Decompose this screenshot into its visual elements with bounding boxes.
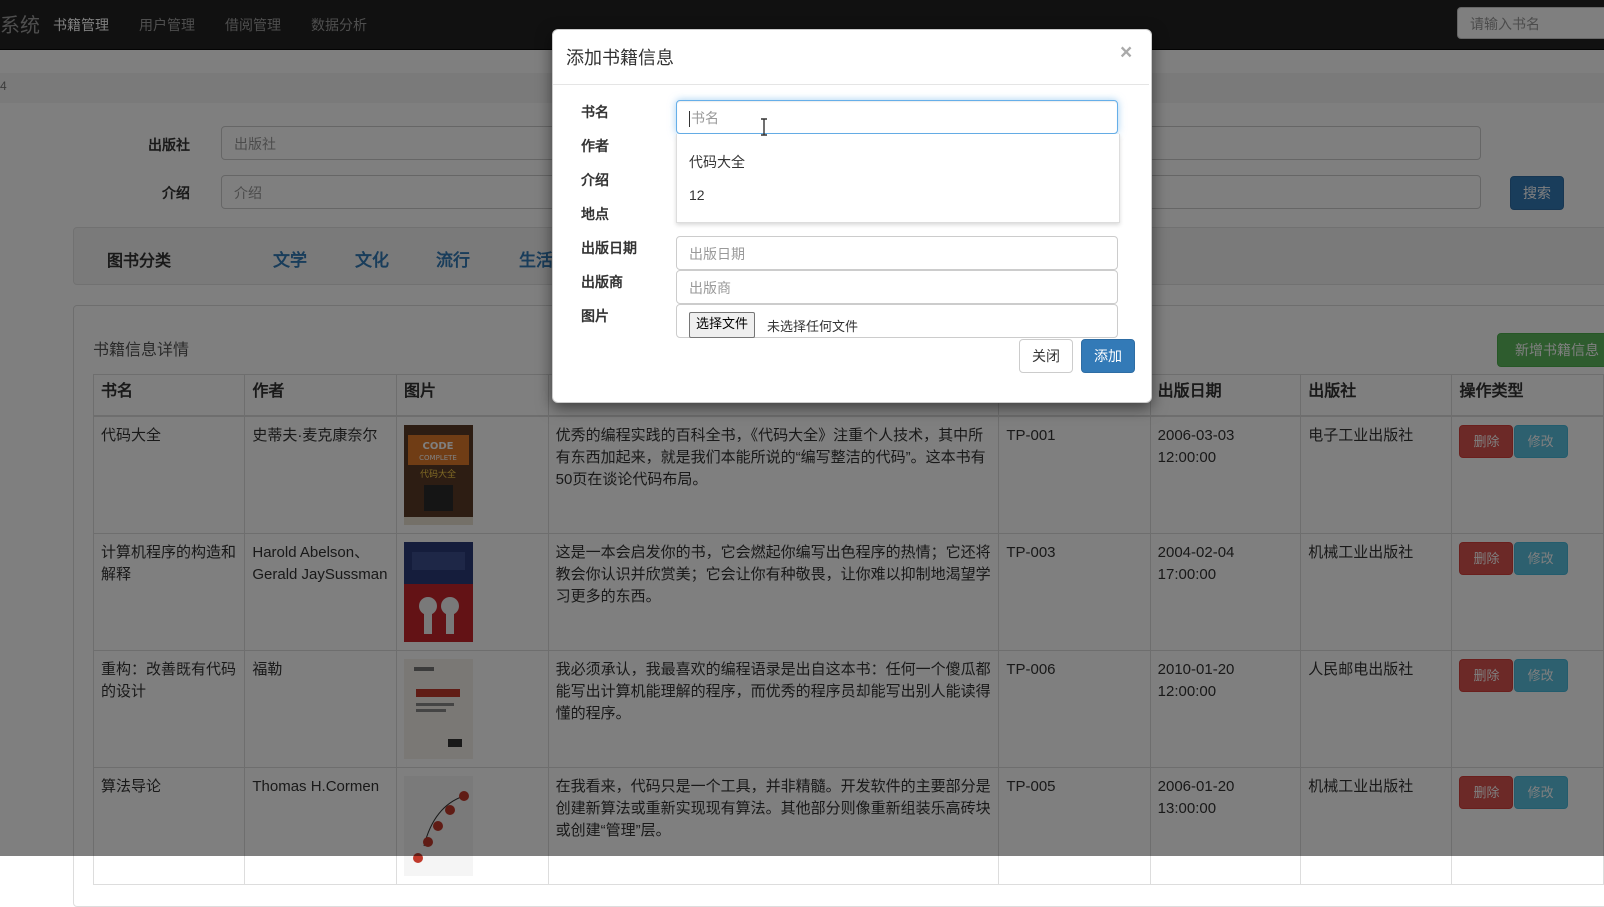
close-icon[interactable]: ×: [1120, 41, 1132, 65]
add-button[interactable]: 添加: [1081, 339, 1135, 373]
name-label: 书名: [581, 104, 609, 120]
publish-date-input[interactable]: 出版日期: [676, 236, 1118, 270]
author-label: 作者: [581, 138, 609, 154]
text-caret: [689, 111, 690, 128]
file-status-text: 未选择任何文件: [767, 319, 859, 334]
autocomplete-option[interactable]: 12: [689, 187, 705, 203]
image-label: 图片: [581, 308, 609, 324]
modal-title: 添加书籍信息: [566, 48, 674, 68]
autocomplete-dropdown: 代码大全 12: [676, 134, 1120, 223]
modal-header-divider: [553, 84, 1149, 85]
choose-file-button[interactable]: 选择文件: [689, 312, 756, 338]
name-input-placeholder: 书名: [691, 110, 719, 126]
close-button[interactable]: 关闭: [1019, 339, 1073, 373]
publisher-label: 出版商: [581, 274, 623, 290]
autocomplete-option[interactable]: 代码大全: [689, 152, 745, 172]
name-input[interactable]: 书名: [676, 100, 1118, 134]
publisher-input[interactable]: 出版商: [676, 270, 1118, 304]
publish-date-label: 出版日期: [581, 240, 637, 256]
location-label: 地点: [581, 206, 609, 222]
intro-label: 介绍: [581, 172, 609, 188]
text-cursor-icon: [761, 118, 767, 136]
